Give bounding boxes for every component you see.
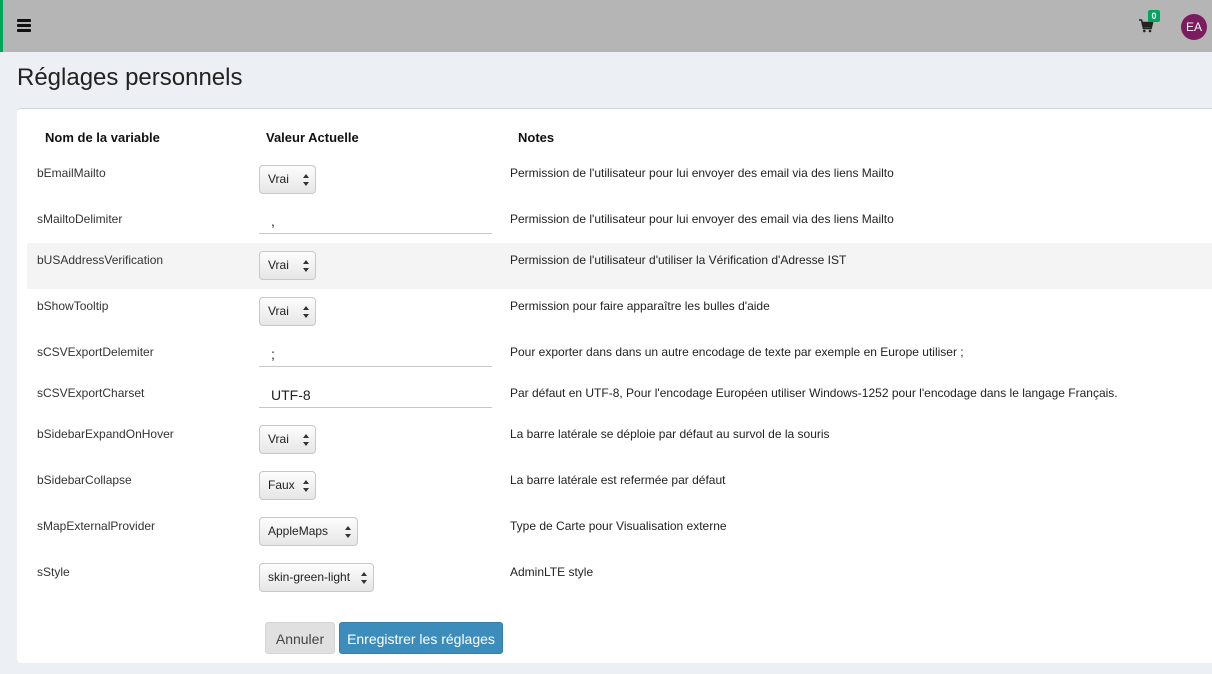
setting-note: Permission de l'utilisateur d'utiliser l… xyxy=(510,253,847,267)
setting-note: Pour exporter dans dans un autre encodag… xyxy=(510,345,964,359)
select-arrows-icon xyxy=(345,526,351,538)
setting-value-select[interactable]: Faux xyxy=(259,471,316,500)
setting-row: bSidebarExpandOnHover Vrai La barre laté… xyxy=(27,417,1212,463)
save-settings-button[interactable]: Enregistrer les réglages xyxy=(339,622,503,654)
setting-row: sMailtoDelimiter Permission de l'utilisa… xyxy=(27,198,1212,243)
select-value: Vrai xyxy=(268,304,289,318)
setting-row: bShowTooltip Vrai Permission pour faire … xyxy=(27,289,1212,335)
setting-row: sMapExternalProvider AppleMaps Type de C… xyxy=(27,509,1212,555)
select-value: Faux xyxy=(268,478,295,492)
setting-row: sCSVExportDelemiter Pour exporter dans d… xyxy=(27,335,1212,376)
setting-row: bSidebarCollapse Faux La barre latérale … xyxy=(27,463,1212,509)
select-arrows-icon xyxy=(303,306,309,318)
setting-name: bSidebarExpandOnHover xyxy=(37,427,174,441)
column-header-name: Nom de la variable xyxy=(45,130,160,145)
select-arrows-icon xyxy=(303,480,309,492)
setting-note: La barre latérale se déploie par défaut … xyxy=(510,427,830,441)
setting-name: sMailtoDelimiter xyxy=(37,212,123,226)
setting-value-select[interactable]: skin-green-light xyxy=(259,563,374,592)
setting-name: sCSVExportCharset xyxy=(37,386,145,400)
setting-name: bSidebarCollapse xyxy=(37,473,132,487)
cancel-button[interactable]: Annuler xyxy=(265,622,335,654)
menu-toggle-icon[interactable] xyxy=(17,19,31,32)
page-title: Réglages personnels xyxy=(17,64,243,91)
setting-name: sStyle xyxy=(37,565,70,579)
setting-name: bUSAddressVerification xyxy=(37,253,164,267)
setting-value-input[interactable] xyxy=(259,341,492,367)
setting-note: Permission de l'utilisateur pour lui env… xyxy=(510,166,894,180)
setting-note: AdminLTE style xyxy=(510,565,594,579)
select-value: skin-green-light xyxy=(268,570,351,584)
cart-count-badge: 0 xyxy=(1148,10,1160,22)
select-arrows-icon xyxy=(303,434,309,446)
setting-value-input[interactable] xyxy=(259,382,492,408)
setting-note: La barre latérale est refermée par défau… xyxy=(510,473,726,487)
setting-value-select[interactable]: Vrai xyxy=(259,165,316,194)
select-value: Vrai xyxy=(268,258,289,272)
select-arrows-icon xyxy=(303,174,309,186)
setting-value-select[interactable]: AppleMaps xyxy=(259,517,358,546)
setting-value-input[interactable] xyxy=(259,208,492,234)
setting-note: Par défaut en UTF-8, Pour l'encodage Eur… xyxy=(510,386,1118,400)
setting-value-select[interactable]: Vrai xyxy=(259,425,316,454)
column-header-value: Valeur Actuelle xyxy=(266,130,359,145)
select-arrows-icon xyxy=(303,260,309,272)
setting-note: Permission pour faire apparaître les bul… xyxy=(510,299,770,313)
setting-note: Permission de l'utilisateur pour lui env… xyxy=(510,212,894,226)
select-arrows-icon xyxy=(361,572,367,584)
column-header-notes: Notes xyxy=(518,130,555,145)
select-value: Vrai xyxy=(268,432,289,446)
setting-name: sMapExternalProvider xyxy=(37,519,156,533)
setting-value-select[interactable]: Vrai xyxy=(259,297,316,326)
setting-name: sCSVExportDelemiter xyxy=(37,345,154,359)
user-avatar[interactable]: EA xyxy=(1181,14,1207,40)
setting-row: bEmailMailto Vrai Permission de l'utilis… xyxy=(27,152,1212,198)
setting-row: bUSAddressVerification Vrai Permission d… xyxy=(27,243,1212,289)
setting-name: bShowTooltip xyxy=(37,299,109,313)
select-value: AppleMaps xyxy=(268,524,329,538)
setting-row: sCSVExportCharset Par défaut en UTF-8, P… xyxy=(27,376,1212,417)
setting-note: Type de Carte pour Visualisation externe xyxy=(510,519,727,533)
top-navbar xyxy=(0,0,1212,52)
setting-name: bEmailMailto xyxy=(37,166,106,180)
select-value: Vrai xyxy=(268,172,289,186)
setting-row: sStyle skin-green-light AdminLTE style xyxy=(27,555,1212,601)
setting-value-select[interactable]: Vrai xyxy=(259,251,316,280)
